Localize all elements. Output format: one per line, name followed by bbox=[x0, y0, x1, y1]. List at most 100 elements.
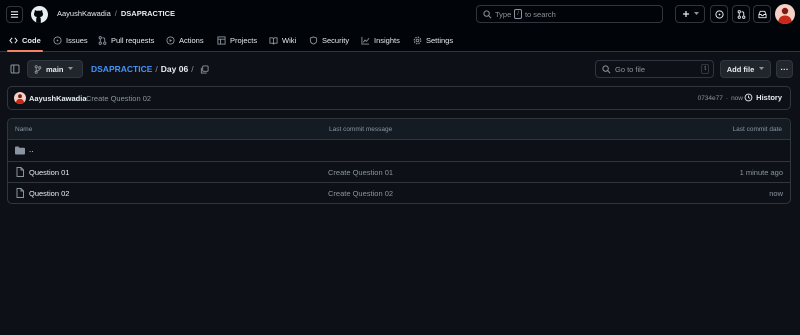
tab-label: Settings bbox=[426, 35, 454, 45]
menu-button[interactable] bbox=[6, 6, 23, 23]
commit-time: now bbox=[731, 95, 743, 102]
commit-message-link[interactable]: Create Question 02 bbox=[328, 189, 393, 198]
shortcut-key: t bbox=[701, 64, 709, 74]
tab-wiki[interactable]: Wiki bbox=[269, 29, 296, 51]
tab-code[interactable]: Code bbox=[7, 29, 43, 52]
search-icon bbox=[602, 64, 611, 73]
search-text-rest: to search bbox=[524, 9, 556, 19]
table-icon bbox=[217, 35, 226, 45]
shield-icon bbox=[309, 35, 318, 45]
tab-label: Security bbox=[322, 35, 350, 45]
caret-down-icon bbox=[693, 12, 699, 15]
graph-icon bbox=[361, 36, 370, 45]
search-icon bbox=[483, 9, 492, 18]
table-header: Name Last commit message Last commit dat… bbox=[8, 119, 790, 140]
tab-label: Actions bbox=[179, 35, 204, 45]
tab-security[interactable]: Security bbox=[309, 29, 349, 51]
avatar-image-icon bbox=[778, 7, 792, 24]
path-separator: / bbox=[191, 64, 194, 74]
table-row[interactable]: Question 02 Create Question 02 now bbox=[7, 182, 791, 203]
latest-commit-box: AayushKawadia Create Question 02 0734e77… bbox=[7, 86, 791, 110]
global-header: AayushKawadia / DSAPRACTICE Type / to se… bbox=[0, 0, 800, 29]
caret-down-icon bbox=[759, 67, 765, 70]
search-text-type: Type bbox=[495, 9, 512, 19]
commit-message-link[interactable]: Create Question 01 bbox=[328, 168, 393, 177]
tab-label: Code bbox=[22, 35, 41, 45]
file-icon bbox=[16, 167, 24, 177]
repo-link[interactable]: DSAPRACTICE bbox=[121, 9, 175, 18]
column-header-date: Last commit date bbox=[732, 126, 783, 133]
tab-label: Issues bbox=[66, 35, 88, 45]
owner-link[interactable]: AayushKawadia bbox=[57, 9, 111, 18]
branch-selector[interactable]: main bbox=[27, 60, 83, 78]
path-separator: / bbox=[155, 64, 158, 74]
plus-icon bbox=[682, 11, 689, 17]
file-name-link[interactable]: Question 01 bbox=[29, 168, 69, 177]
repo-breadcrumb: AayushKawadia / DSAPRACTICE bbox=[57, 9, 175, 18]
history-label: History bbox=[756, 93, 782, 102]
issues-circle-icon bbox=[714, 9, 724, 19]
sidebar-toggle-button[interactable] bbox=[8, 62, 22, 76]
git-branch-icon bbox=[34, 64, 42, 74]
tab-settings[interactable]: Settings bbox=[413, 29, 453, 51]
commit-author-avatar[interactable] bbox=[14, 92, 26, 104]
global-search[interactable]: Type / to search bbox=[476, 5, 663, 23]
file-name-link[interactable]: Question 02 bbox=[29, 189, 69, 198]
tab-label: Insights bbox=[374, 35, 400, 45]
inbox-icon bbox=[757, 10, 767, 18]
commit-date: 1 minute ago bbox=[739, 168, 783, 177]
more-options-button[interactable]: ··· bbox=[776, 60, 793, 78]
copilot-button[interactable] bbox=[710, 5, 728, 23]
avatar-image-icon bbox=[15, 94, 25, 104]
octocat-icon bbox=[34, 10, 43, 23]
commit-date: now bbox=[769, 189, 783, 198]
book-icon bbox=[269, 36, 278, 45]
tab-insights[interactable]: Insights bbox=[361, 29, 400, 51]
tab-label: Projects bbox=[230, 35, 258, 45]
sidebar-expand-icon bbox=[10, 64, 20, 74]
copy-path-icon[interactable] bbox=[200, 64, 209, 74]
commit-meta: 0734e77 · now bbox=[698, 95, 743, 102]
tab-label: Wiki bbox=[282, 35, 297, 45]
meta-dot: · bbox=[725, 95, 729, 102]
history-link[interactable]: History bbox=[744, 93, 782, 102]
caret-down-icon bbox=[67, 67, 73, 70]
create-new-button[interactable] bbox=[675, 5, 705, 23]
column-header-message: Last commit message bbox=[329, 126, 393, 133]
column-header-name: Name bbox=[15, 126, 33, 133]
tab-issues[interactable]: Issues bbox=[53, 29, 88, 51]
add-file-button[interactable]: Add file bbox=[720, 60, 771, 78]
go-to-file-placeholder: Go to file bbox=[615, 64, 646, 74]
issue-icon bbox=[53, 35, 62, 45]
tab-label: Pull requests bbox=[111, 35, 155, 45]
go-to-file-input[interactable]: Go to file t bbox=[595, 60, 714, 78]
commit-hash[interactable]: 0734e77 bbox=[698, 95, 723, 102]
parent-directory-row[interactable]: .. bbox=[7, 139, 791, 160]
inbox-button[interactable] bbox=[753, 5, 771, 23]
search-shortcut-key: / bbox=[514, 9, 522, 19]
pull-requests-button[interactable] bbox=[732, 5, 750, 23]
repo-nav-tabs: Code Issues Pull requests Actions Projec… bbox=[0, 29, 800, 52]
pull-request-icon bbox=[737, 9, 745, 19]
tab-projects[interactable]: Projects bbox=[217, 29, 257, 51]
user-avatar[interactable] bbox=[775, 4, 795, 24]
kebab-horizontal-icon: ··· bbox=[780, 64, 789, 74]
add-file-label: Add file bbox=[726, 64, 755, 74]
tab-pull-requests[interactable]: Pull requests bbox=[98, 29, 154, 51]
folder-icon bbox=[15, 146, 25, 155]
commit-author[interactable]: AayushKawadia bbox=[29, 94, 87, 103]
commit-message[interactable]: Create Question 02 bbox=[86, 94, 151, 103]
path-repo-link[interactable]: DSAPRACTICE bbox=[91, 64, 152, 74]
path-current-folder: Day 06 bbox=[160, 64, 189, 74]
file-path-breadcrumb: DSAPRACTICE / Day 06 / bbox=[91, 64, 209, 74]
pull-request-icon bbox=[98, 35, 107, 45]
tab-actions[interactable]: Actions bbox=[166, 29, 204, 51]
code-icon bbox=[9, 36, 18, 44]
gear-icon bbox=[413, 36, 422, 44]
hamburger-icon bbox=[10, 11, 19, 18]
github-logo[interactable] bbox=[31, 6, 48, 23]
parent-directory-link[interactable]: .. bbox=[29, 145, 33, 154]
history-clock-icon bbox=[744, 93, 753, 102]
table-row[interactable]: Question 01 Create Question 01 1 minute … bbox=[7, 161, 791, 182]
play-icon bbox=[166, 35, 175, 45]
